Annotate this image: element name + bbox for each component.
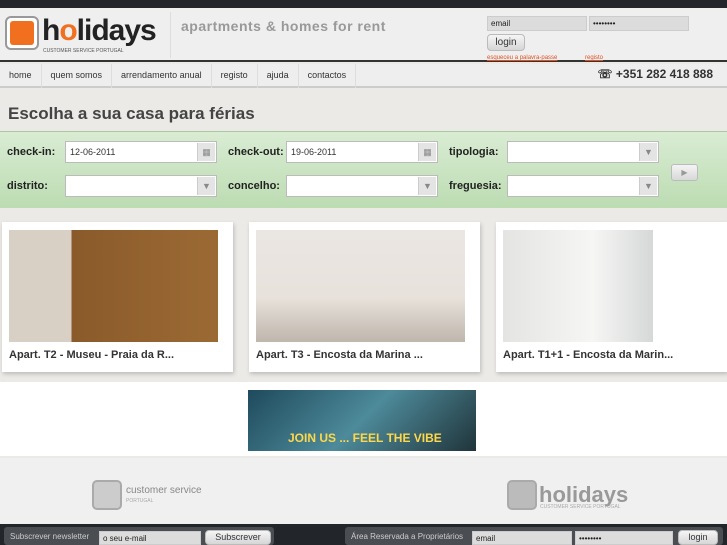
forgot-password-link[interactable]: esqueceu a palavra-passe [487,55,557,61]
owner-email-input[interactable]: email [472,531,572,545]
header: holidays CUSTOMER SERVICE PORTUGAL apart… [0,8,727,62]
nav-home[interactable]: home [0,64,42,88]
tipologia-select[interactable]: ▼ [507,141,659,163]
nav-ajuda[interactable]: ajuda [258,64,299,88]
subscribe-button[interactable]: Subscrever [205,530,271,545]
nav-contactos[interactable]: contactos [299,64,357,88]
page-title: Escolha a sua casa para férias [8,104,255,123]
bottom-bar: Subscrever newsletter o seu e-mail Subsc… [0,524,727,545]
tagline: apartments & homes for rent [181,18,386,34]
phone-icon: ☏ [597,67,616,81]
phone: ☏ +351 282 418 888 [597,67,713,81]
nav-registo[interactable]: registo [212,64,258,88]
email-input[interactable]: email [487,16,587,31]
search-button[interactable]: ▶ [671,164,698,181]
password-input[interactable]: •••••••• [589,16,689,31]
newsletter-email-input[interactable]: o seu e-mail [99,531,201,545]
owner-login-button[interactable]: login [678,530,718,545]
owner-password-input[interactable]: •••••••• [575,531,673,545]
listing-photo[interactable] [503,230,653,342]
chevron-down-icon: ▼ [639,143,657,161]
login-button[interactable]: login [487,34,525,51]
listing-card[interactable]: Apart. T2 - Museu - Praia da R... [2,222,233,372]
distrito-select[interactable]: ▼ [65,175,217,197]
chevron-down-icon: ▼ [639,177,657,195]
holidays-logo-icon [507,480,537,510]
chevron-down-icon: ▼ [197,177,215,195]
listing-card[interactable]: Apart. T3 - Encosta da Marina ... [249,222,480,372]
checkout-input[interactable]: 19-06-2011 ▦ [286,141,438,163]
customer-service-logo-icon [92,480,122,510]
nav-arrendamento-anual[interactable]: arrendamento anual [112,64,212,88]
promo-banner[interactable]: JOIN US ... FEEL THE VIBE [248,390,476,451]
footer: customer service PORTUGAL holidays CUSTO… [0,458,727,524]
logo[interactable]: holidays CUSTOMER SERVICE PORTUGAL [5,14,157,58]
top-bar [0,0,727,8]
banner-band: JOIN US ... FEEL THE VIBE [0,382,727,456]
listing-photo[interactable] [9,230,218,342]
listing-photo[interactable] [256,230,465,342]
calendar-icon[interactable]: ▦ [197,143,215,161]
listing-card[interactable]: Apart. T1+1 - Encosta da Marin... [496,222,727,372]
concelho-select[interactable]: ▼ [286,175,438,197]
nav-quem-somos[interactable]: quem somos [42,64,113,88]
search-panel: check-in: 12-06-2011 ▦ check-out: 19-06-2… [0,131,727,208]
register-link[interactable]: registo [585,55,603,61]
checkin-input[interactable]: 12-06-2011 ▦ [65,141,217,163]
calendar-icon[interactable]: ▦ [418,143,436,161]
freguesia-select[interactable]: ▼ [507,175,659,197]
chevron-down-icon: ▼ [418,177,436,195]
